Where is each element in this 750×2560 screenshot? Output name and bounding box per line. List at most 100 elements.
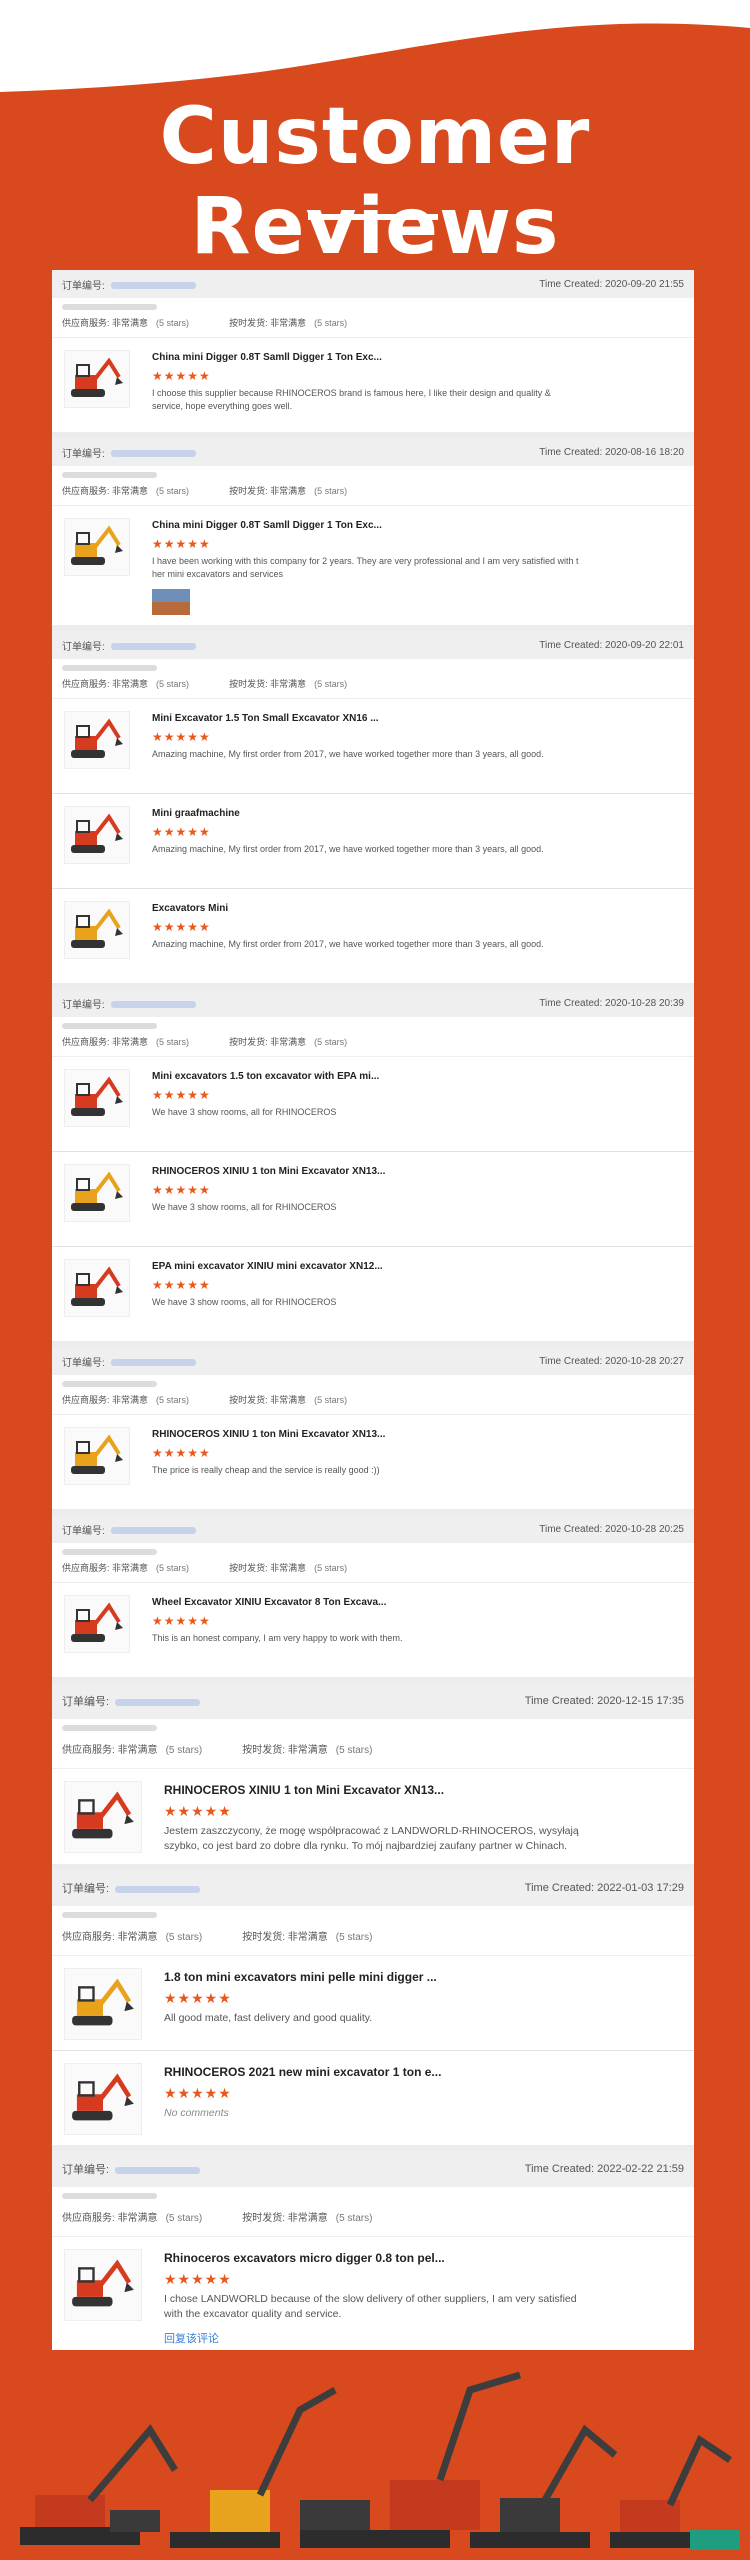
product-title[interactable]: RHINOCEROS XINIU 1 ton Mini Excavator XN… [164, 1783, 682, 1797]
review-comment: We have 3 show rooms, all for RHINOCEROS [152, 1297, 337, 1307]
redacted-order-id [110, 643, 196, 651]
delivery-rating: 按时发货: 非常满意 (5 stars) [229, 679, 348, 689]
order-header: 订单编号: Time Created: 2022-02-22 21:59 [52, 2151, 694, 2187]
excavator-thumbnail-icon [71, 525, 123, 565]
rating-stars: ★★★★★ [152, 1446, 211, 1460]
rating-stars: ★★★★★ [152, 920, 211, 934]
supplier-service-rating: 供应商服务: 非常满意 (5 stars) [62, 1395, 190, 1405]
product-title[interactable]: China mini Digger 0.8T Samll Digger 1 To… [152, 520, 682, 531]
supplier-service-rating: 供应商服务: 非常满意 (5 stars) [62, 1745, 203, 1756]
buyer-name [52, 298, 694, 310]
service-ratings: 供应商服务: 非常满意 (5 stars) 按时发货: 非常满意 (5 stars) [52, 478, 694, 506]
redacted-order-id [110, 450, 196, 458]
product-thumbnail[interactable] [64, 2063, 142, 2135]
review-item: China mini Digger 0.8T Samll Digger 1 To… [52, 338, 694, 432]
review-comment: We have 3 show rooms, all for RHINOCEROS [152, 1107, 337, 1117]
product-title[interactable]: Excavators Mini [152, 903, 682, 914]
excavator-thumbnail-icon [72, 2073, 134, 2121]
review-comment: Amazing machine, My first order from 201… [152, 749, 544, 759]
order-header: 订单编号: Time Created: 2020-08-16 18:20 [52, 438, 694, 466]
redacted-order-id [115, 1698, 201, 1706]
review-order: 订单编号: Time Created: 2022-02-22 21:59 供应商服务… [52, 2151, 694, 2350]
product-title[interactable]: Rhinoceros excavators micro digger 0.8 t… [164, 2251, 682, 2265]
review-order: 订单编号: Time Created: 2022-01-03 17:29 供应商服务… [52, 1870, 694, 2151]
product-title[interactable]: China mini Digger 0.8T Samll Digger 1 To… [152, 352, 682, 363]
redacted-order-id [110, 1359, 196, 1367]
review-item: RHINOCEROS XINIU 1 ton Mini Excavator XN… [52, 1151, 694, 1246]
supplier-service-rating: 供应商服务: 非常满意 (5 stars) [62, 1037, 190, 1047]
review-comment: This is an honest company, I am very hap… [152, 1633, 403, 1643]
order-header: 订单编号: Time Created: 2020-10-28 20:25 [52, 1515, 694, 1543]
review-comment: No comments [164, 2107, 229, 2119]
service-ratings: 供应商服务: 非常满意 (5 stars) 按时发货: 非常满意 (5 stars) [52, 310, 694, 338]
product-thumbnail[interactable] [64, 518, 130, 576]
order-number: 订单编号: [62, 1693, 201, 1709]
buyer-name [52, 1719, 694, 1731]
product-title[interactable]: Mini Excavator 1.5 Ton Small Excavator X… [152, 713, 682, 724]
review-item: Rhinoceros excavators micro digger 0.8 t… [52, 2237, 694, 2350]
product-title[interactable]: Mini graafmachine [152, 808, 682, 819]
time-created: Time Created: 2020-10-28 20:27 [539, 1355, 684, 1367]
buyer-name [52, 1543, 694, 1555]
product-title[interactable]: Wheel Excavator XINIU Excavator 8 Ton Ex… [152, 1597, 682, 1608]
rating-stars: ★★★★★ [164, 2271, 232, 2287]
product-thumbnail[interactable] [64, 1069, 130, 1127]
service-ratings: 供应商服务: 非常满意 (5 stars) 按时发货: 非常满意 (5 stars) [52, 1731, 694, 1769]
product-thumbnail[interactable] [64, 1595, 130, 1653]
review-comment: I chose LANDWORLD because of the slow de… [164, 2293, 577, 2320]
product-thumbnail[interactable] [64, 711, 130, 769]
review-order: 订单编号: Time Created: 2020-09-20 22:01 供应商服务… [52, 631, 694, 989]
delivery-rating: 按时发货: 非常满意 (5 stars) [229, 1563, 348, 1573]
order-number: 订单编号: [62, 1522, 196, 1537]
excavator-thumbnail-icon [71, 718, 123, 758]
supplier-service-rating: 供应商服务: 非常满意 (5 stars) [62, 679, 190, 689]
delivery-rating: 按时发货: 非常满意 (5 stars) [229, 318, 348, 328]
product-title[interactable]: RHINOCEROS XINIU 1 ton Mini Excavator XN… [152, 1429, 682, 1440]
order-number: 订单编号: [62, 2161, 201, 2177]
supplier-service-rating: 供应商服务: 非常满意 (5 stars) [62, 486, 190, 496]
order-header: 订单编号: Time Created: 2020-09-20 22:01 [52, 631, 694, 659]
review-comment: Jestem zaszczycony, że mogę współpracowa… [164, 1825, 579, 1852]
time-created: Time Created: 2020-09-20 22:01 [539, 639, 684, 651]
rating-stars: ★★★★★ [152, 537, 211, 551]
review-item: 1.8 ton mini excavators mini pelle mini … [52, 1956, 694, 2050]
time-created: Time Created: 2020-10-28 20:39 [539, 997, 684, 1009]
buyer-name [52, 2187, 694, 2199]
service-ratings: 供应商服务: 非常满意 (5 stars) 按时发货: 非常满意 (5 stars) [52, 2199, 694, 2237]
product-thumbnail[interactable] [64, 1259, 130, 1317]
product-thumbnail[interactable] [64, 1164, 130, 1222]
review-comment: We have 3 show rooms, all for RHINOCEROS [152, 1202, 337, 1212]
supplier-service-rating: 供应商服务: 非常满意 (5 stars) [62, 1932, 203, 1943]
product-thumbnail[interactable] [64, 1427, 130, 1485]
buyer-name [52, 466, 694, 478]
review-comment: Amazing machine, My first order from 201… [152, 844, 544, 854]
review-order: 订单编号: Time Created: 2020-12-15 17:35 供应商服务… [52, 1683, 694, 1870]
product-title[interactable]: RHINOCEROS 2021 new mini excavator 1 ton… [164, 2065, 682, 2079]
rating-stars: ★★★★★ [152, 730, 211, 744]
product-thumbnail[interactable] [64, 2249, 142, 2321]
product-title[interactable]: Mini excavators 1.5 ton excavator with E… [152, 1071, 682, 1082]
review-comment: I choose this supplier because RHINOCERO… [152, 388, 551, 411]
product-thumbnail[interactable] [64, 1781, 142, 1853]
supplier-service-rating: 供应商服务: 非常满意 (5 stars) [62, 318, 190, 328]
time-created: Time Created: 2022-01-03 17:29 [524, 1882, 684, 1894]
product-thumbnail[interactable] [64, 1968, 142, 2040]
rating-stars: ★★★★★ [152, 825, 211, 839]
delivery-rating: 按时发货: 非常满意 (5 stars) [242, 1932, 373, 1943]
reply-link[interactable]: 回复该评论 [164, 2330, 682, 2346]
review-item: China mini Digger 0.8T Samll Digger 1 To… [52, 506, 694, 625]
product-title[interactable]: RHINOCEROS XINIU 1 ton Mini Excavator XN… [152, 1166, 682, 1177]
review-comment: I have been working with this company fo… [152, 556, 579, 579]
review-order: 订单编号: Time Created: 2020-08-16 18:20 供应商服务… [52, 438, 694, 631]
review-item: Mini excavators 1.5 ton excavator with E… [52, 1057, 694, 1151]
review-photo[interactable] [152, 589, 190, 615]
product-title[interactable]: 1.8 ton mini excavators mini pelle mini … [164, 1970, 682, 1984]
time-created: Time Created: 2020-12-15 17:35 [524, 1695, 684, 1707]
product-thumbnail[interactable] [64, 806, 130, 864]
rating-stars: ★★★★★ [152, 369, 211, 383]
order-number: 订单编号: [62, 996, 196, 1011]
product-title[interactable]: EPA mini excavator XINIU mini excavator … [152, 1261, 682, 1272]
product-thumbnail[interactable] [64, 350, 130, 408]
product-thumbnail[interactable] [64, 901, 130, 959]
rating-stars: ★★★★★ [152, 1088, 211, 1102]
